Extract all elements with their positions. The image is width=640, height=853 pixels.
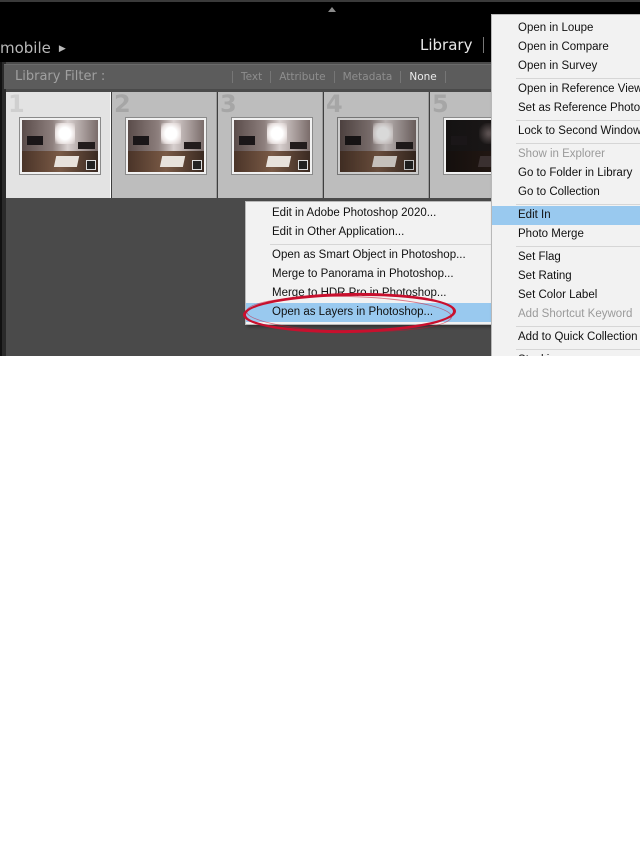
menu-item-show-in-explorer: Show in Explorer [518, 148, 605, 160]
grid-cell[interactable]: 4 [324, 92, 429, 198]
menu-item-add-quick-collection[interactable]: Add to Quick Collection [492, 328, 640, 347]
menu-separator [516, 349, 640, 350]
menu-item-stacking[interactable]: Stacking [492, 351, 640, 356]
edited-badge-icon [298, 160, 308, 170]
menu-item-open-reference-view[interactable]: Open in Reference View [492, 80, 640, 99]
cell-index: 4 [326, 90, 343, 118]
menu-separator [516, 120, 640, 121]
menu-separator [516, 326, 640, 327]
menu-item-go-to-collection[interactable]: Go to Collection [492, 183, 640, 202]
grid-cell[interactable]: 2 [112, 92, 217, 198]
menu-item-open-as-layers[interactable]: Open as Layers in Photoshop... [246, 303, 492, 322]
edited-badge-icon [192, 160, 202, 170]
filter-divider [270, 71, 272, 83]
play-arrow-icon[interactable]: ▶ [59, 44, 66, 54]
menu-item-set-reference-photo[interactable]: Set as Reference Photo [492, 99, 640, 118]
menu-separator [270, 244, 492, 245]
menu-item-merge-hdr[interactable]: Merge to HDR Pro in Photoshop... [246, 284, 492, 303]
menu-item-open-loupe[interactable]: Open in Loupe [492, 19, 640, 38]
library-filter-label: Library Filter : [15, 69, 106, 84]
menu-separator [516, 143, 640, 144]
menu-item-set-color-label[interactable]: Set Color Label [492, 286, 640, 305]
cell-index: 1 [8, 90, 25, 118]
menu-item-open-survey[interactable]: Open in Survey [492, 57, 640, 76]
edit-in-submenu: Edit in Adobe Photoshop 2020... Edit in … [245, 201, 493, 325]
menu-separator [516, 204, 640, 205]
menu-item-edit-in[interactable]: Edit In [492, 206, 640, 225]
context-menu: Open in Loupe Open in Compare Open in Su… [491, 14, 640, 356]
identity-text: mobile [0, 39, 51, 57]
filter-divider [400, 71, 402, 83]
menu-item-add-shortcut-keyword: Add Shortcut Keyword [518, 308, 633, 320]
filter-attribute[interactable]: Attribute [279, 71, 325, 83]
menu-item-edit-in-other-app[interactable]: Edit in Other Application... [246, 223, 492, 242]
cell-index: 3 [220, 90, 237, 118]
photo-thumbnail[interactable] [125, 117, 207, 175]
collapse-top-panel-icon[interactable] [328, 7, 336, 12]
module-separator [483, 37, 484, 53]
grid-cell[interactable]: 3 [218, 92, 323, 198]
filter-options: Text Attribute Metadata None [224, 71, 454, 83]
photo-thumbnail[interactable] [231, 117, 313, 175]
filter-divider [333, 71, 335, 83]
menu-item-set-rating[interactable]: Set Rating [492, 267, 640, 286]
left-panel-border [0, 62, 2, 356]
menu-item-set-flag[interactable]: Set Flag [492, 248, 640, 267]
grid-cell[interactable]: 1 [6, 92, 111, 198]
menu-item-open-compare[interactable]: Open in Compare [492, 38, 640, 57]
lightroom-screenshot: mobile ▶ Library Library Filter : Text At… [0, 0, 640, 356]
module-library[interactable]: Library [420, 36, 472, 54]
menu-item-open-smart-object[interactable]: Open as Smart Object in Photoshop... [246, 246, 492, 265]
menu-separator [516, 246, 640, 247]
cell-index: 2 [114, 90, 131, 118]
filter-divider [444, 71, 446, 83]
menu-item-go-to-folder[interactable]: Go to Folder in Library [492, 164, 640, 183]
menu-item-photo-merge[interactable]: Photo Merge [492, 225, 640, 244]
edited-badge-icon [404, 160, 414, 170]
filter-divider [232, 71, 233, 83]
menu-item-merge-panorama[interactable]: Merge to Panorama in Photoshop... [246, 265, 492, 284]
filter-text[interactable]: Text [241, 71, 262, 83]
photo-thumbnail[interactable] [19, 117, 101, 175]
cell-index: 5 [432, 90, 449, 118]
filter-metadata[interactable]: Metadata [343, 71, 393, 83]
menu-separator [516, 78, 640, 79]
identity-plate: mobile ▶ [0, 39, 66, 57]
edited-badge-icon [86, 160, 96, 170]
menu-item-edit-in-photoshop[interactable]: Edit in Adobe Photoshop 2020... [246, 204, 492, 223]
photo-thumbnail[interactable] [337, 117, 419, 175]
filter-none[interactable]: None [409, 71, 436, 83]
menu-item-lock-second-window[interactable]: Lock to Second Window [492, 122, 640, 141]
